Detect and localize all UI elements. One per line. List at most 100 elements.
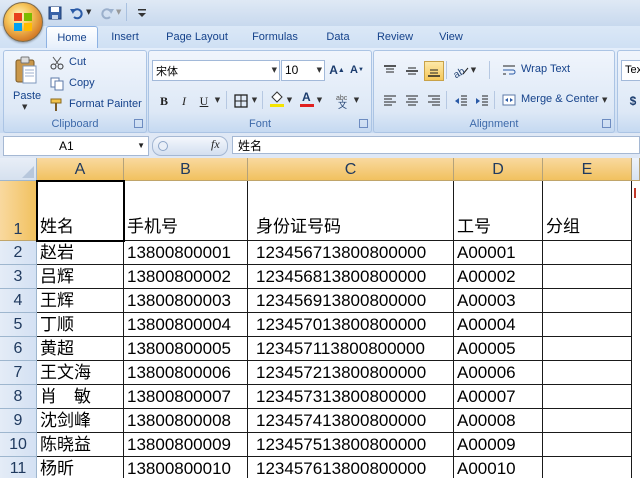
underline-button[interactable]: U xyxy=(194,91,214,111)
row-header[interactable]: 2 xyxy=(0,241,37,265)
table-cell[interactable]: 沈剑峰 xyxy=(37,409,124,433)
decrease-indent-icon[interactable] xyxy=(451,91,471,111)
table-cell[interactable]: 13800800009 xyxy=(124,433,248,457)
table-cell[interactable]: 123457413800800000 xyxy=(248,409,454,433)
table-cell[interactable]: 黄超 xyxy=(37,337,124,361)
table-cell[interactable]: A00008 xyxy=(454,409,543,433)
align-left-icon[interactable] xyxy=(380,91,400,111)
header-cell[interactable]: 分组 xyxy=(543,181,632,241)
table-cell[interactable]: A00006 xyxy=(454,361,543,385)
table-cell[interactable]: 陈晓益 xyxy=(37,433,124,457)
tab-formulas[interactable]: Formulas xyxy=(244,26,306,48)
table-cell[interactable] xyxy=(543,337,632,361)
font-color-dropdown-icon[interactable]: ▼ xyxy=(315,91,324,109)
tab-review[interactable]: Review xyxy=(370,26,420,48)
column-header-b[interactable]: B xyxy=(124,158,248,181)
font-name-combo[interactable]: 宋体 ▼ xyxy=(152,60,280,81)
table-cell[interactable] xyxy=(543,385,632,409)
orientation-icon[interactable]: ab xyxy=(451,61,471,81)
table-cell[interactable] xyxy=(543,409,632,433)
font-size-combo[interactable]: 10 ▼ xyxy=(281,60,325,81)
table-cell[interactable]: 123457613800800000 xyxy=(248,457,454,478)
row-header[interactable]: 8 xyxy=(0,385,37,409)
column-header-a[interactable]: A xyxy=(37,158,124,181)
formula-input[interactable]: 姓名 xyxy=(232,136,640,154)
tab-page-layout[interactable]: Page Layout xyxy=(157,26,237,48)
align-bottom-icon[interactable] xyxy=(424,61,444,81)
column-header-e[interactable]: E xyxy=(543,158,632,181)
table-cell[interactable]: A00001 xyxy=(454,241,543,265)
table-cell[interactable] xyxy=(543,433,632,457)
table-cell[interactable]: A00003 xyxy=(454,289,543,313)
align-top-icon[interactable] xyxy=(380,61,400,81)
table-cell[interactable]: 肖 敏 xyxy=(37,385,124,409)
italic-button[interactable]: I xyxy=(174,91,194,111)
undo-dropdown-icon[interactable]: ▼ xyxy=(86,8,91,16)
tab-home[interactable]: Home xyxy=(46,26,98,50)
row-header[interactable]: 1 xyxy=(0,181,37,241)
header-cell[interactable]: 姓名 xyxy=(37,181,124,241)
row-header[interactable]: 9 xyxy=(0,409,37,433)
table-cell[interactable] xyxy=(543,361,632,385)
font-launcher-icon[interactable] xyxy=(359,119,368,128)
table-cell[interactable]: 123457213800800000 xyxy=(248,361,454,385)
table-cell[interactable]: 13800800010 xyxy=(124,457,248,478)
table-cell[interactable]: 吕辉 xyxy=(37,265,124,289)
currency-button[interactable]: $ xyxy=(623,91,640,111)
row-header[interactable]: 7 xyxy=(0,361,37,385)
orientation-dropdown-icon[interactable]: ▼ xyxy=(469,61,478,79)
font-color-icon[interactable]: A xyxy=(297,89,317,109)
table-cell[interactable]: A00007 xyxy=(454,385,543,409)
office-button[interactable] xyxy=(3,2,43,42)
underline-dropdown-icon[interactable]: ▼ xyxy=(213,91,222,109)
table-cell[interactable]: 赵岩 xyxy=(37,241,124,265)
name-box[interactable]: A1 ▼ xyxy=(3,136,149,156)
table-cell[interactable]: 13800800006 xyxy=(124,361,248,385)
table-cell[interactable]: 13800800002 xyxy=(124,265,248,289)
table-cell[interactable] xyxy=(543,241,632,265)
table-cell[interactable]: A00010 xyxy=(454,457,543,478)
table-cell[interactable]: 123456813800800000 xyxy=(248,265,454,289)
row-header[interactable]: 6 xyxy=(0,337,37,361)
undo-icon[interactable] xyxy=(68,4,86,22)
table-cell[interactable] xyxy=(543,265,632,289)
column-header-c[interactable]: C xyxy=(248,158,454,181)
table-cell[interactable]: 13800800008 xyxy=(124,409,248,433)
column-header-fragment[interactable] xyxy=(632,158,640,181)
table-cell[interactable]: 123456913800800000 xyxy=(248,289,454,313)
phonetic-dropdown-icon[interactable]: ▼ xyxy=(352,91,361,109)
table-cell[interactable]: A00009 xyxy=(454,433,543,457)
table-cell[interactable]: 13800800005 xyxy=(124,337,248,361)
header-cell[interactable]: 工号 xyxy=(454,181,543,241)
align-middle-icon[interactable] xyxy=(402,61,422,81)
row-header[interactable]: 5 xyxy=(0,313,37,337)
table-cell[interactable]: 13800800004 xyxy=(124,313,248,337)
tab-data[interactable]: Data xyxy=(318,26,358,48)
table-cell[interactable] xyxy=(543,457,632,478)
save-icon[interactable] xyxy=(46,4,64,22)
redo-icon[interactable] xyxy=(98,4,116,22)
borders-icon[interactable] xyxy=(231,91,251,111)
table-cell[interactable]: 123457513800800000 xyxy=(248,433,454,457)
align-center-icon[interactable] xyxy=(402,91,422,111)
table-cell[interactable]: 123457013800800000 xyxy=(248,313,454,337)
table-cell[interactable]: A00002 xyxy=(454,265,543,289)
formula-bar-resize-icon[interactable] xyxy=(158,141,168,151)
row-header[interactable]: 11 xyxy=(0,457,37,478)
table-cell[interactable]: 13800800001 xyxy=(124,241,248,265)
paste-button[interactable]: Paste ▼ xyxy=(8,54,44,111)
number-format-combo[interactable]: Tex xyxy=(621,60,640,81)
row-header[interactable]: 3 xyxy=(0,265,37,289)
header-cell[interactable]: 手机号 xyxy=(124,181,248,241)
tab-insert[interactable]: Insert xyxy=(100,26,150,48)
align-right-icon[interactable] xyxy=(424,91,444,111)
redo-dropdown-icon[interactable]: ▼ xyxy=(116,8,121,16)
insert-function-icon[interactable]: fx xyxy=(211,137,220,152)
table-cell[interactable]: 123457313800800000 xyxy=(248,385,454,409)
table-cell[interactable]: 王文海 xyxy=(37,361,124,385)
increase-indent-icon[interactable] xyxy=(472,91,492,111)
column-header-d[interactable]: D xyxy=(454,158,543,181)
row-header[interactable]: 4 xyxy=(0,289,37,313)
clipboard-launcher-icon[interactable] xyxy=(134,119,143,128)
borders-dropdown-icon[interactable]: ▼ xyxy=(250,91,259,109)
